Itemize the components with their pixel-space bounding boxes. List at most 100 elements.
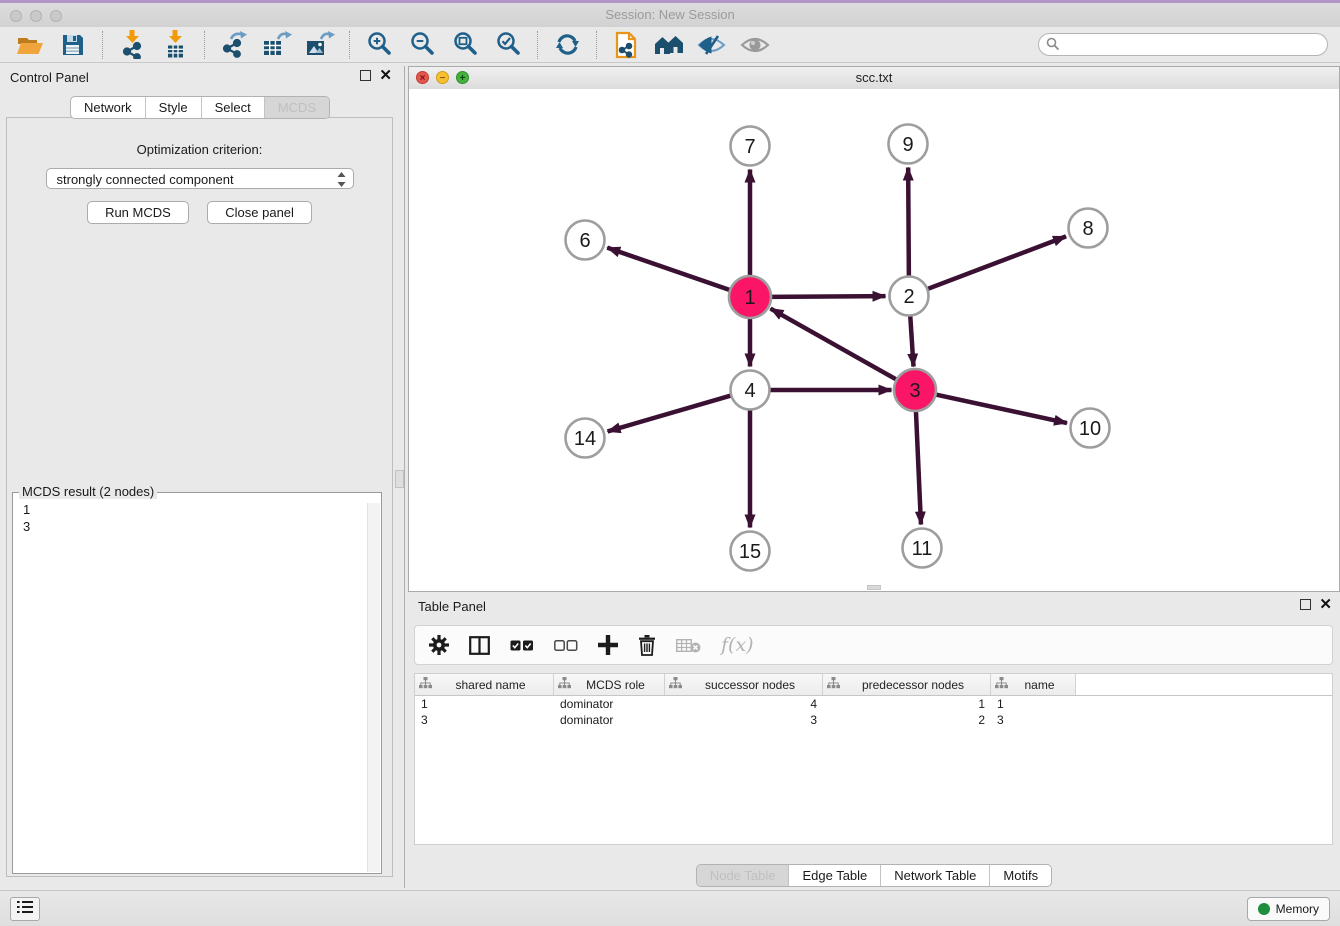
graph-node-4[interactable]: 4 [731,371,770,410]
optimization-criterion-dropdown[interactable]: strongly connected component [46,168,354,189]
memory-status-icon [1258,903,1270,915]
tab-mcds[interactable]: MCDS [264,97,329,118]
export-table-icon[interactable] [259,30,295,60]
tab-network[interactable]: Network [71,97,145,118]
tab-network-table[interactable]: Network Table [880,865,989,886]
result-scrollbar[interactable] [367,503,380,872]
zoom-fit-icon[interactable] [447,30,483,60]
control-panel-header: Control Panel ✕ [0,66,400,90]
graph-edge-1-6[interactable] [607,248,731,291]
graph-edge-3-10[interactable] [934,394,1067,423]
app-window: Session: New Session [0,0,1340,926]
tab-edge-table[interactable]: Edge Table [788,865,880,886]
tab-node-table[interactable]: Node Table [697,865,789,886]
graph-edge-2-3[interactable] [910,315,913,366]
column-type-icon [995,677,1008,692]
graph-edge-3-1[interactable] [770,309,898,381]
save-session-icon[interactable] [55,30,91,60]
gear-icon[interactable] [429,635,449,655]
column-type-icon [827,677,840,692]
dropdown-value: strongly connected component [57,172,234,187]
column-header-MCDS-role[interactable]: MCDS role [554,674,665,695]
export-image-icon[interactable] [302,30,338,60]
column-type-icon [558,677,571,692]
graph-node-7[interactable]: 7 [731,127,770,166]
graph-node-10[interactable]: 10 [1071,409,1110,448]
export-network-icon[interactable] [216,30,252,60]
graph-node-11[interactable]: 11 [903,529,942,568]
first-neighbors-icon[interactable] [651,30,687,60]
column-header-predecessor-nodes[interactable]: predecessor nodes [823,674,991,695]
zoom-out-icon[interactable] [404,30,440,60]
tab-motifs[interactable]: Motifs [989,865,1051,886]
close-panel-button[interactable]: Close panel [207,201,312,224]
splitter-grip[interactable] [395,470,404,488]
tab-style[interactable]: Style [145,97,201,118]
result-item[interactable]: 3 [23,518,381,535]
table-panel-header: Table Panel ✕ [408,595,1340,619]
svg-text:6: 6 [579,230,590,252]
open-session-icon[interactable] [12,30,48,60]
tab-select[interactable]: Select [201,97,264,118]
graph-node-15[interactable]: 15 [731,532,770,571]
column-view-icon[interactable] [469,636,490,655]
table-row[interactable]: 3dominator323 [415,712,1332,728]
network-window-titlebar[interactable]: × − + scc.txt [409,67,1339,90]
table-cell: 4 [665,696,823,712]
table-tabs: Node TableEdge TableNetwork TableMotifs [408,864,1340,887]
table-header-row: shared name MCDS role successor nodesprede… [415,674,1332,696]
graph-node-6[interactable]: 6 [566,221,605,260]
column-header-label: MCDS role [571,678,660,692]
task-history-button[interactable] [10,897,40,921]
add-column-icon[interactable] [598,635,618,655]
column-header-shared-name[interactable]: shared name [415,674,554,695]
graph-node-8[interactable]: 8 [1069,209,1108,248]
delete-icon[interactable] [638,635,656,656]
search-input[interactable] [1038,33,1328,56]
graph-edge-2-9[interactable] [908,167,909,276]
float-panel-icon[interactable] [360,70,371,81]
column-header-name[interactable]: name [991,674,1076,695]
graph-edge-3-11[interactable] [916,409,921,524]
function-builder-icon[interactable]: f(x) [721,634,754,656]
svg-text:3: 3 [909,380,920,402]
graph-node-9[interactable]: 9 [889,125,928,164]
table-toolbar: f(x) [414,625,1333,665]
refresh-icon[interactable] [549,30,585,60]
column-header-label: name [1008,678,1071,692]
close-table-panel-icon[interactable]: ✕ [1319,599,1332,610]
close-panel-icon[interactable]: ✕ [379,70,392,81]
table-cell: 1 [823,696,991,712]
control-panel-title: Control Panel [10,70,89,85]
table-row[interactable]: 1dominator411 [415,696,1332,712]
float-table-panel-icon[interactable] [1300,599,1311,610]
graph-node-3[interactable]: 3 [894,369,936,411]
toolbar-separator [537,31,539,59]
import-table-icon[interactable] [157,30,193,60]
column-header-successor-nodes[interactable]: successor nodes [665,674,823,695]
graph-edge-2-8[interactable] [927,236,1066,289]
zoom-in-icon[interactable] [361,30,397,60]
graph-node-14[interactable]: 14 [566,419,605,458]
memory-label: Memory [1276,902,1319,916]
hide-selected-icon[interactable] [737,30,773,60]
column-type-icon [669,677,682,692]
graph-node-1[interactable]: 1 [729,276,771,318]
import-network-icon[interactable] [114,30,150,60]
delete-table-icon[interactable] [676,638,701,653]
deselect-all-icon[interactable] [554,640,578,651]
result-item[interactable]: 1 [23,501,381,518]
zoom-selected-icon[interactable] [490,30,526,60]
graph-edge-4-14[interactable] [608,395,732,431]
graph-edge-1-2[interactable] [769,296,885,297]
table-cell: 3 [991,712,1076,728]
canvas-resize-grip[interactable] [867,585,881,590]
run-mcds-button[interactable]: Run MCDS [87,201,189,224]
select-all-icon[interactable] [510,640,534,651]
clone-network-icon[interactable] [608,30,644,60]
network-canvas[interactable]: 7 9 6 8 1 2 4 3 14 10 15 11 [409,89,1339,591]
graph-node-2[interactable]: 2 [890,277,929,316]
memory-button[interactable]: Memory [1247,897,1330,921]
show-hide-icon[interactable] [694,30,730,60]
mcds-result-list[interactable]: 13 [13,493,381,535]
